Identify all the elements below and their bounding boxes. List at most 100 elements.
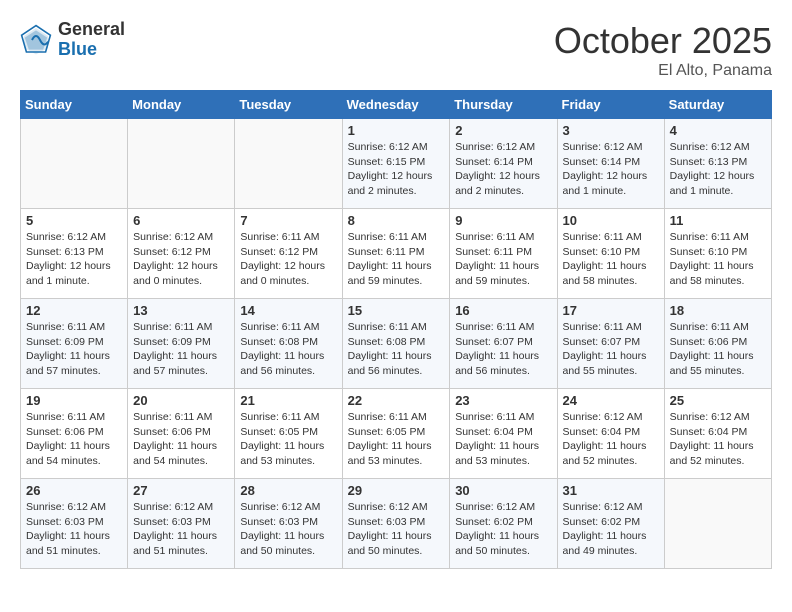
day-number: 26 (26, 483, 122, 498)
day-cell: 4 Sunrise: 6:12 AM Sunset: 6:13 PM Daylig… (664, 119, 771, 209)
day-info: Sunrise: 6:12 AM Sunset: 6:03 PM Dayligh… (26, 500, 122, 559)
day-number: 23 (455, 393, 551, 408)
logo-general-text: General (58, 19, 125, 39)
day-cell: 18 Sunrise: 6:11 AM Sunset: 6:06 PM Dayli… (664, 299, 771, 389)
day-number: 20 (133, 393, 229, 408)
day-info: Sunrise: 6:12 AM Sunset: 6:14 PM Dayligh… (455, 140, 551, 199)
day-number: 28 (240, 483, 336, 498)
day-number: 16 (455, 303, 551, 318)
day-info: Sunrise: 6:11 AM Sunset: 6:05 PM Dayligh… (348, 410, 445, 469)
day-info: Sunrise: 6:11 AM Sunset: 6:06 PM Dayligh… (26, 410, 122, 469)
day-info: Sunrise: 6:12 AM Sunset: 6:03 PM Dayligh… (240, 500, 336, 559)
day-info: Sunrise: 6:12 AM Sunset: 6:02 PM Dayligh… (455, 500, 551, 559)
day-cell: 19 Sunrise: 6:11 AM Sunset: 6:06 PM Dayli… (21, 389, 128, 479)
week-row-3: 12Sunrise: 6:11 AM Sunset: 6:09 PM Dayli… (21, 299, 772, 389)
col-sunday: Sunday (21, 91, 128, 119)
day-cell: 1 Sunrise: 6:12 AM Sunset: 6:15 PM Daylig… (342, 119, 450, 209)
day-number: 29 (348, 483, 445, 498)
day-number: 9 (455, 213, 551, 228)
calendar-header: Sunday Monday Tuesday Wednesday Thursday… (21, 91, 772, 119)
day-number: 1 (348, 123, 445, 138)
day-info: Sunrise: 6:12 AM Sunset: 6:13 PM Dayligh… (26, 230, 122, 289)
col-monday: Monday (128, 91, 235, 119)
day-info: Sunrise: 6:12 AM Sunset: 6:03 PM Dayligh… (133, 500, 229, 559)
day-cell: 25Sunrise: 6:12 AM Sunset: 6:04 PM Dayli… (664, 389, 771, 479)
day-info: Sunrise: 6:11 AM Sunset: 6:06 PM Dayligh… (670, 320, 766, 379)
day-cell: 16Sunrise: 6:11 AM Sunset: 6:07 PM Dayli… (450, 299, 557, 389)
day-number: 11 (670, 213, 766, 228)
col-thursday: Thursday (450, 91, 557, 119)
day-number: 6 (133, 213, 229, 228)
day-info: Sunrise: 6:12 AM Sunset: 6:14 PM Dayligh… (563, 140, 659, 199)
day-info: Sunrise: 6:11 AM Sunset: 6:10 PM Dayligh… (563, 230, 659, 289)
day-cell: 27 Sunrise: 6:12 AM Sunset: 6:03 PM Dayli… (128, 479, 235, 569)
weekday-row: Sunday Monday Tuesday Wednesday Thursday… (21, 91, 772, 119)
day-cell: 28 Sunrise: 6:12 AM Sunset: 6:03 PM Dayli… (235, 479, 342, 569)
day-info: Sunrise: 6:12 AM Sunset: 6:13 PM Dayligh… (670, 140, 766, 199)
day-info: Sunrise: 6:11 AM Sunset: 6:08 PM Dayligh… (240, 320, 336, 379)
col-friday: Friday (557, 91, 664, 119)
day-cell (21, 119, 128, 209)
week-row-2: 5 Sunrise: 6:12 AM Sunset: 6:13 PM Daylig… (21, 209, 772, 299)
day-info: Sunrise: 6:11 AM Sunset: 6:07 PM Dayligh… (563, 320, 659, 379)
page-header: General Blue October 2025 El Alto, Panam… (20, 20, 772, 80)
day-cell: 10Sunrise: 6:11 AM Sunset: 6:10 PM Dayli… (557, 209, 664, 299)
day-cell: 24Sunrise: 6:12 AM Sunset: 6:04 PM Dayli… (557, 389, 664, 479)
day-cell: 2 Sunrise: 6:12 AM Sunset: 6:14 PM Daylig… (450, 119, 557, 209)
day-cell: 11 Sunrise: 6:11 AM Sunset: 6:10 PM Dayli… (664, 209, 771, 299)
day-cell: 22 Sunrise: 6:11 AM Sunset: 6:05 PM Dayli… (342, 389, 450, 479)
day-info: Sunrise: 6:11 AM Sunset: 6:10 PM Dayligh… (670, 230, 766, 289)
day-info: Sunrise: 6:11 AM Sunset: 6:04 PM Dayligh… (455, 410, 551, 469)
day-info: Sunrise: 6:11 AM Sunset: 6:06 PM Dayligh… (133, 410, 229, 469)
day-cell: 31 Sunrise: 6:12 AM Sunset: 6:02 PM Dayli… (557, 479, 664, 569)
day-number: 30 (455, 483, 551, 498)
day-number: 22 (348, 393, 445, 408)
day-cell: 3Sunrise: 6:12 AM Sunset: 6:14 PM Daylig… (557, 119, 664, 209)
day-number: 4 (670, 123, 766, 138)
day-number: 19 (26, 393, 122, 408)
day-cell: 14 Sunrise: 6:11 AM Sunset: 6:08 PM Dayli… (235, 299, 342, 389)
logo: General Blue (20, 20, 125, 60)
day-info: Sunrise: 6:11 AM Sunset: 6:11 PM Dayligh… (348, 230, 445, 289)
day-number: 27 (133, 483, 229, 498)
day-number: 8 (348, 213, 445, 228)
day-info: Sunrise: 6:11 AM Sunset: 6:12 PM Dayligh… (240, 230, 336, 289)
day-cell: 17 Sunrise: 6:11 AM Sunset: 6:07 PM Dayli… (557, 299, 664, 389)
day-cell (664, 479, 771, 569)
col-wednesday: Wednesday (342, 91, 450, 119)
day-info: Sunrise: 6:11 AM Sunset: 6:09 PM Dayligh… (133, 320, 229, 379)
day-info: Sunrise: 6:11 AM Sunset: 6:09 PM Dayligh… (26, 320, 122, 379)
day-info: Sunrise: 6:11 AM Sunset: 6:05 PM Dayligh… (240, 410, 336, 469)
day-cell: 6 Sunrise: 6:12 AM Sunset: 6:12 PM Daylig… (128, 209, 235, 299)
day-number: 13 (133, 303, 229, 318)
day-cell (128, 119, 235, 209)
day-number: 2 (455, 123, 551, 138)
day-cell: 26 Sunrise: 6:12 AM Sunset: 6:03 PM Dayli… (21, 479, 128, 569)
day-cell: 30 Sunrise: 6:12 AM Sunset: 6:02 PM Dayli… (450, 479, 557, 569)
day-info: Sunrise: 6:12 AM Sunset: 6:15 PM Dayligh… (348, 140, 445, 199)
day-info: Sunrise: 6:11 AM Sunset: 6:11 PM Dayligh… (455, 230, 551, 289)
day-number: 24 (563, 393, 659, 408)
day-cell: 8 Sunrise: 6:11 AM Sunset: 6:11 PM Daylig… (342, 209, 450, 299)
day-cell: 7Sunrise: 6:11 AM Sunset: 6:12 PM Daylig… (235, 209, 342, 299)
day-number: 31 (563, 483, 659, 498)
day-info: Sunrise: 6:12 AM Sunset: 6:03 PM Dayligh… (348, 500, 445, 559)
location-subtitle: El Alto, Panama (554, 62, 772, 80)
day-cell: 21Sunrise: 6:11 AM Sunset: 6:05 PM Dayli… (235, 389, 342, 479)
day-cell: 23 Sunrise: 6:11 AM Sunset: 6:04 PM Dayli… (450, 389, 557, 479)
week-row-4: 19 Sunrise: 6:11 AM Sunset: 6:06 PM Dayli… (21, 389, 772, 479)
day-info: Sunrise: 6:12 AM Sunset: 6:02 PM Dayligh… (563, 500, 659, 559)
day-info: Sunrise: 6:11 AM Sunset: 6:08 PM Dayligh… (348, 320, 445, 379)
day-number: 15 (348, 303, 445, 318)
day-info: Sunrise: 6:12 AM Sunset: 6:04 PM Dayligh… (670, 410, 766, 469)
day-cell (235, 119, 342, 209)
day-info: Sunrise: 6:12 AM Sunset: 6:12 PM Dayligh… (133, 230, 229, 289)
day-number: 18 (670, 303, 766, 318)
day-cell: 9 Sunrise: 6:11 AM Sunset: 6:11 PM Daylig… (450, 209, 557, 299)
day-number: 17 (563, 303, 659, 318)
week-row-1: 1 Sunrise: 6:12 AM Sunset: 6:15 PM Daylig… (21, 119, 772, 209)
day-cell: 12Sunrise: 6:11 AM Sunset: 6:09 PM Dayli… (21, 299, 128, 389)
day-number: 5 (26, 213, 122, 228)
day-number: 14 (240, 303, 336, 318)
col-tuesday: Tuesday (235, 91, 342, 119)
